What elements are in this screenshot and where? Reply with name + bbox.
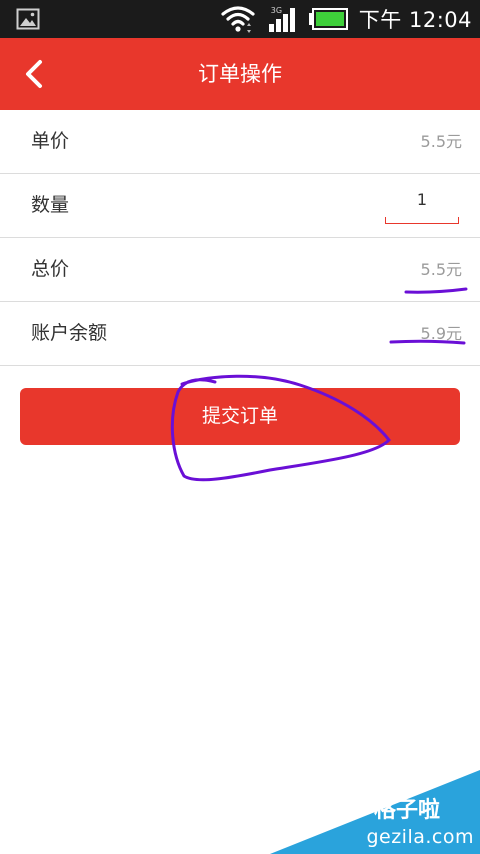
watermark-en: gezila.com [366, 826, 474, 848]
title-bar: 订单操作 [0, 38, 480, 110]
back-button[interactable] [12, 52, 56, 96]
status-bar: 3G 下午 12:04 [0, 0, 480, 38]
watermark: 格子啦 gezila.com [270, 770, 480, 854]
submit-order-button[interactable]: 提交订单 [20, 388, 460, 445]
wifi-icon [221, 4, 255, 34]
image-icon [16, 7, 40, 31]
back-arrow-icon [26, 60, 42, 88]
watermark-cn: 格子啦 [373, 798, 440, 823]
total-price-row: 总价 5.5元 [0, 238, 480, 302]
total-price-label: 总价 [31, 258, 70, 280]
unit-price-value: 5.5元 [420, 132, 462, 151]
quantity-input[interactable] [385, 184, 459, 214]
balance-label: 账户余额 [31, 322, 108, 344]
balance-row: 账户余额 5.9元 [0, 302, 480, 366]
signal-icon: 3G [265, 4, 299, 34]
battery-icon [308, 8, 349, 30]
quantity-label: 数量 [31, 194, 70, 216]
quantity-underline [385, 217, 459, 224]
screen: 3G 下午 12:04 订单操作 单价 5.5元 数量 1 总价 5.5元 账户… [0, 0, 480, 854]
unit-price-label: 单价 [31, 130, 70, 152]
total-price-value: 5.5元 [420, 260, 462, 279]
quantity-row: 数量 [0, 174, 480, 238]
quantity-field[interactable] [385, 184, 459, 224]
unit-price-row: 单价 5.5元 [0, 110, 480, 174]
page-title: 订单操作 [198, 62, 282, 86]
network-type-label: 3G [270, 6, 283, 15]
balance-value: 5.9元 [420, 324, 462, 343]
status-time: 下午 12:04 [358, 8, 472, 32]
